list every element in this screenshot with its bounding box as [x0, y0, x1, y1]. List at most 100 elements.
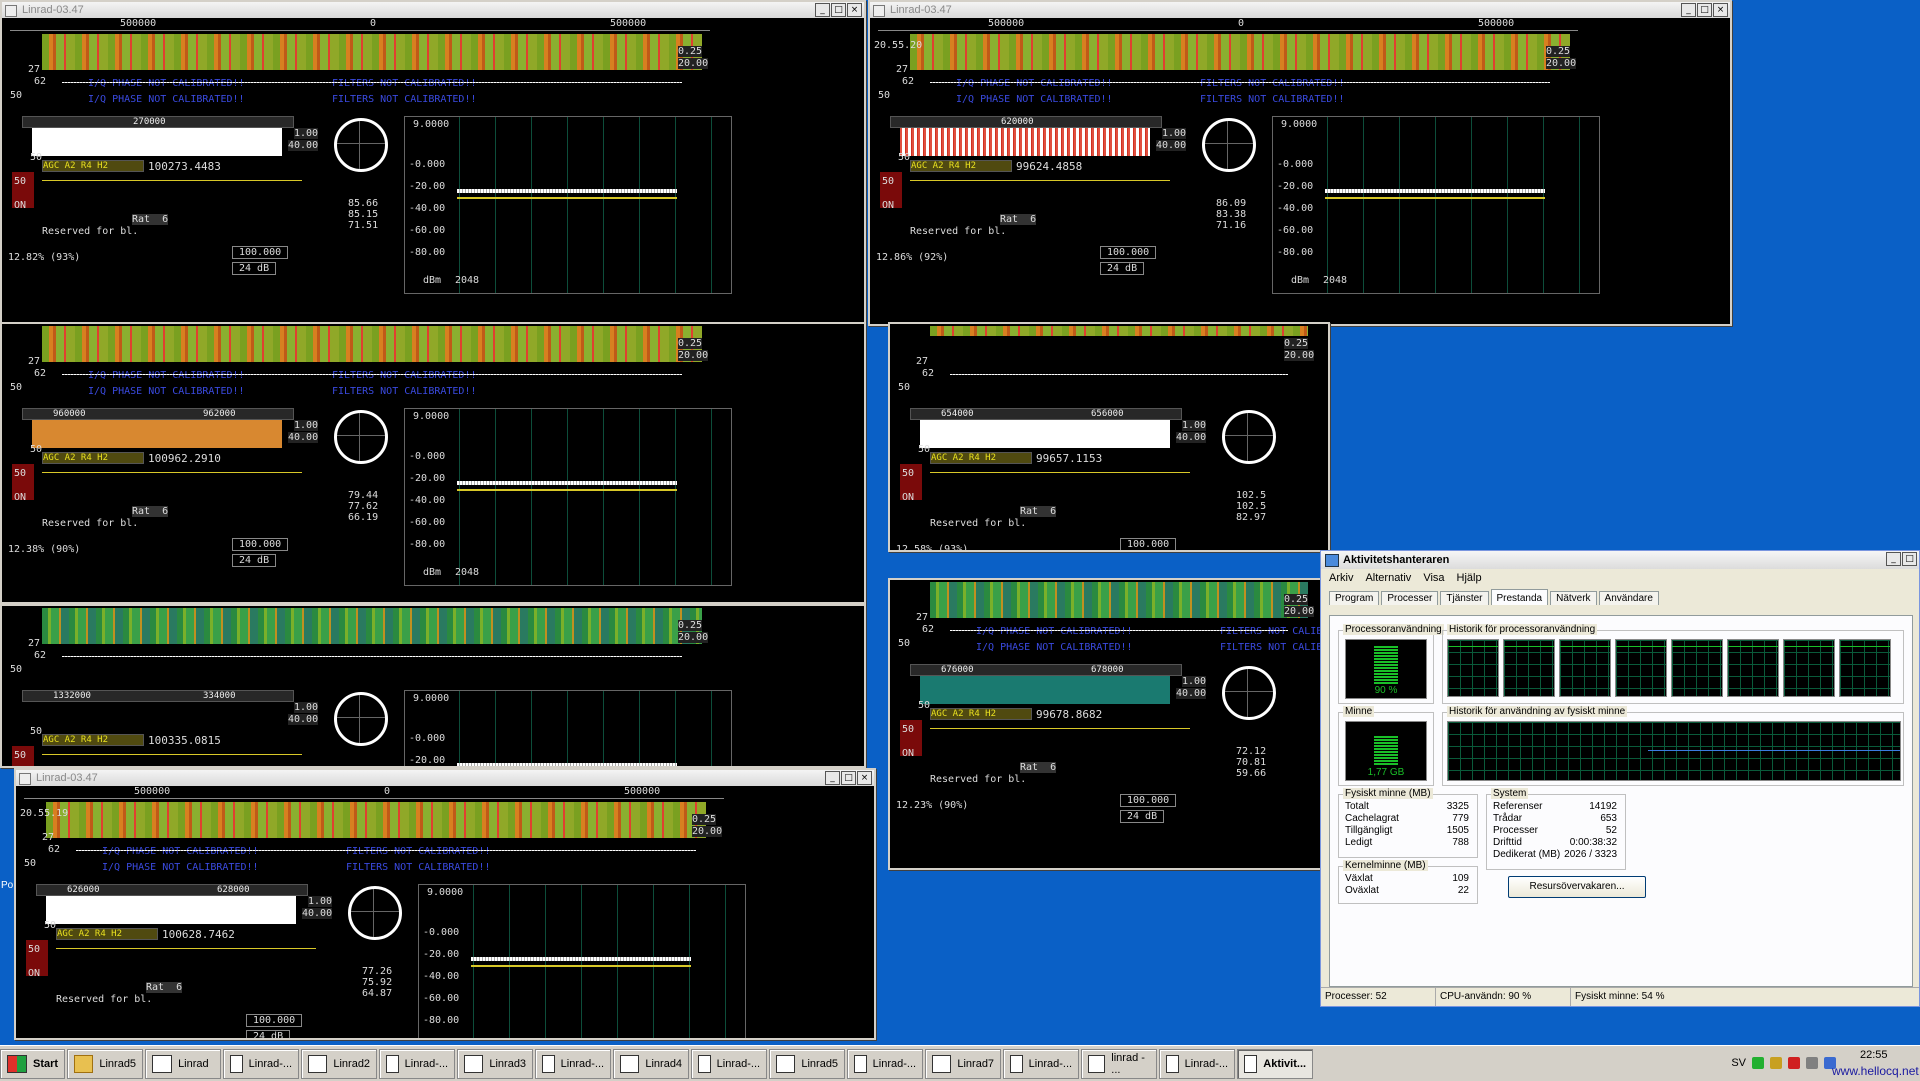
tuned-frequency[interactable]: 100962.2910: [148, 452, 221, 465]
taskbar-button[interactable]: Linrad-...: [1159, 1048, 1236, 1079]
maximize-button[interactable]: □: [1697, 3, 1712, 17]
network-icon[interactable]: [1752, 1057, 1764, 1069]
agc-controls[interactable]: AGC A2 R4 H2: [42, 734, 144, 746]
agc-controls[interactable]: AGC A2 R4 H2: [56, 928, 158, 940]
tab-anvandare[interactable]: Användare: [1598, 591, 1659, 605]
gain-db[interactable]: 24 dB: [232, 262, 277, 275]
gain-value[interactable]: 100.000: [1120, 538, 1177, 550]
tuned-frequency[interactable]: 99624.4858: [1016, 160, 1082, 173]
start-button[interactable]: Start: [0, 1048, 66, 1079]
taskbar-button[interactable]: Linrad2: [301, 1048, 378, 1079]
taskbar-button[interactable]: Linrad-...: [535, 1048, 612, 1079]
rat-control[interactable]: Rat 6: [132, 506, 169, 517]
window-titlebar[interactable]: Linrad-03.47 _ □ ×: [870, 2, 1730, 18]
on-indicator[interactable]: ON: [902, 492, 914, 503]
waterfall[interactable]: [42, 326, 702, 362]
center-frequency-bar[interactable]: 1332000 334000: [22, 690, 294, 702]
tab-prestanda[interactable]: Prestanda: [1490, 589, 1549, 605]
tuned-frequency[interactable]: 100628.7462: [162, 928, 235, 941]
waterfall[interactable]: [42, 608, 702, 644]
tab-processer[interactable]: Processer: [1381, 591, 1439, 605]
task-manager-window[interactable]: Aktivitetshanteraren _ □ Arkiv Alternativ…: [1320, 550, 1920, 1007]
window-titlebar[interactable]: Linrad-03.47 _ □ ×: [2, 2, 864, 18]
center-frequency-bar[interactable]: 654000 656000: [910, 408, 1182, 420]
tuned-frequency[interactable]: 100335.0815: [148, 734, 221, 747]
waterfall[interactable]: [930, 582, 1308, 618]
taskbar-button[interactable]: linrad - ...: [1081, 1048, 1158, 1079]
linrad-window[interactable]: Linrad-03.47 _ □ × 500000 0 500000 0.25 20.00 27 6…: [0, 0, 866, 324]
menu-visa[interactable]: Visa: [1423, 569, 1444, 587]
spectrum-display[interactable]: 9.0000-0.000-20.00-40.00-60.00-80.00dBm2…: [404, 408, 732, 586]
baseband-waterfall[interactable]: [32, 128, 282, 156]
tab-tjanster[interactable]: Tjänster: [1440, 591, 1489, 605]
gain-db[interactable]: 24 dB: [232, 554, 277, 567]
tuned-frequency[interactable]: 99678.8682: [1036, 708, 1102, 721]
maximize-button[interactable]: □: [841, 771, 856, 785]
security-icon[interactable]: [1770, 1057, 1782, 1069]
baseband-waterfall[interactable]: [32, 420, 282, 448]
language-indicator[interactable]: SV: [1731, 1057, 1746, 1069]
linrad-window[interactable]: 0.25 20.00 27 62 50 I/Q PHASE NOT CALIBRATED!…: [888, 578, 1330, 870]
baseband-waterfall[interactable]: [46, 896, 296, 924]
on-indicator[interactable]: ON: [14, 492, 26, 503]
waterfall[interactable]: [930, 326, 1308, 336]
linrad-window[interactable]: 0.25 20.00 27 62 50 1332000 334000 1.00 40.00 50 A…: [0, 604, 866, 768]
center-frequency-bar[interactable]: 620000: [890, 116, 1162, 128]
clock-area[interactable]: 22:55 www.hellocq.net: [1832, 1048, 1919, 1078]
baseband-waterfall[interactable]: [920, 676, 1170, 704]
taskbar-button[interactable]: Linrad-...: [1003, 1048, 1080, 1079]
maximize-button[interactable]: □: [831, 3, 846, 17]
waterfall[interactable]: [42, 34, 702, 70]
linrad-window[interactable]: 0.25 20.00 27 62 50 654000 656000 1.00 40.00 50 AG…: [888, 322, 1330, 552]
on-indicator[interactable]: ON: [28, 968, 40, 979]
center-frequency-bar[interactable]: 270000: [22, 116, 294, 128]
rat-control[interactable]: Rat 6: [1000, 214, 1037, 225]
close-button[interactable]: ×: [847, 3, 862, 17]
gain-db[interactable]: 24 dB: [1100, 262, 1145, 275]
gain-value[interactable]: 100.000: [246, 1014, 303, 1027]
close-button[interactable]: ×: [857, 771, 872, 785]
agc-controls[interactable]: AGC A2 R4 H2: [42, 160, 144, 172]
menu-arkiv[interactable]: Arkiv: [1329, 569, 1353, 587]
gain-value[interactable]: 100.000: [232, 538, 289, 551]
spectrum-display[interactable]: 9.0000-0.000-20.00-40.00-60.00-80.00dBm2…: [404, 690, 732, 766]
on-indicator[interactable]: ON: [902, 748, 914, 759]
center-frequency-bar[interactable]: 676000 678000: [910, 664, 1182, 676]
agc-controls[interactable]: AGC A2 R4 H2: [930, 708, 1032, 720]
agc-controls[interactable]: AGC A2 R4 H2: [42, 452, 144, 464]
taskbar-button[interactable]: Linrad7: [925, 1048, 1002, 1079]
linrad-window[interactable]: 0.25 20.00 27 62 50 I/Q PHASE NOT CALIBRATED!…: [0, 322, 866, 604]
close-button[interactable]: ×: [1713, 3, 1728, 17]
minimize-button[interactable]: _: [825, 771, 840, 785]
baseband-waterfall[interactable]: [900, 128, 1150, 156]
taskbar-button[interactable]: Aktivit...: [1237, 1048, 1314, 1079]
waterfall[interactable]: [46, 802, 706, 838]
window-titlebar[interactable]: Linrad-03.47 _ □ ×: [16, 770, 874, 786]
on-indicator[interactable]: ON: [882, 200, 894, 211]
taskbar-button[interactable]: Linrad3: [457, 1048, 534, 1079]
taskbar-button[interactable]: Linrad-...: [691, 1048, 768, 1079]
volume-icon[interactable]: [1806, 1057, 1818, 1069]
agc-controls[interactable]: AGC A2 R4 H2: [910, 160, 1012, 172]
resource-monitor-button[interactable]: Resursövervakaren...: [1508, 876, 1646, 898]
waterfall[interactable]: [910, 34, 1570, 70]
tab-natverk[interactable]: Nätverk: [1550, 591, 1597, 605]
taskbar-button[interactable]: Linrad4: [613, 1048, 690, 1079]
taskbar-button[interactable]: Linrad: [145, 1048, 222, 1079]
center-frequency-bar[interactable]: 960000 962000: [22, 408, 294, 420]
rat-control[interactable]: Rat 6: [1020, 762, 1057, 773]
taskbar-button[interactable]: Linrad5: [769, 1048, 846, 1079]
rat-control[interactable]: Rat 6: [1020, 506, 1057, 517]
gain-value[interactable]: 100.000: [1120, 794, 1177, 807]
tab-program[interactable]: Program: [1329, 591, 1380, 605]
spectrum-display[interactable]: 9.0000-0.000-20.00-40.00-60.00-80.00dBm2…: [404, 116, 732, 294]
baseband-waterfall[interactable]: [920, 420, 1170, 448]
taskbar-button[interactable]: Linrad-...: [847, 1048, 924, 1079]
taskbar-button[interactable]: Linrad-...: [223, 1048, 300, 1079]
minimize-button[interactable]: _: [815, 3, 830, 17]
agc-controls[interactable]: AGC A2 R4 H2: [930, 452, 1032, 464]
antivirus-icon[interactable]: [1788, 1057, 1800, 1069]
gain-value[interactable]: 100.000: [232, 246, 289, 259]
gain-value[interactable]: 100.000: [1100, 246, 1157, 259]
gain-db[interactable]: 24 dB: [1120, 810, 1165, 823]
